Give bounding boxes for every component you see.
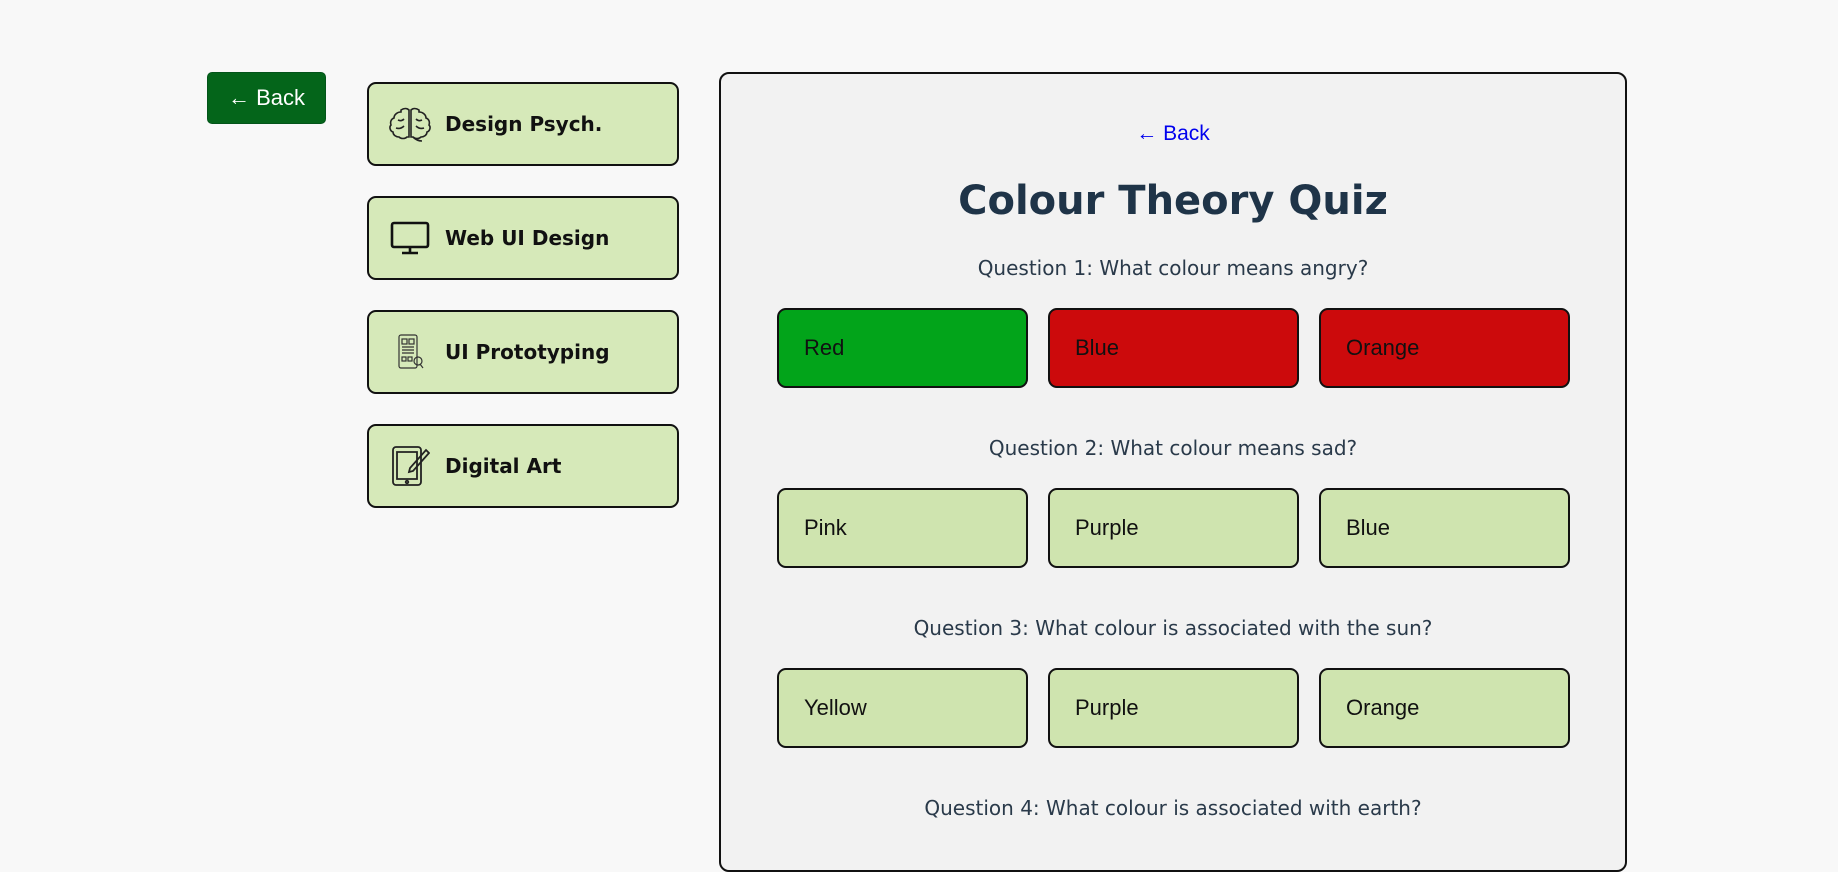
- answer-option[interactable]: Purple: [1048, 488, 1299, 568]
- course-label: Digital Art: [445, 454, 562, 478]
- back-button[interactable]: ← Back: [207, 72, 326, 124]
- options-question-2: Pink Purple Blue: [777, 488, 1570, 568]
- answer-option[interactable]: Purple: [1048, 668, 1299, 748]
- answer-option[interactable]: Orange: [1319, 308, 1570, 388]
- course-label: Design Psych.: [445, 112, 603, 136]
- answer-option[interactable]: Orange: [1319, 668, 1570, 748]
- question-4: Question 4: What colour is associated wi…: [924, 796, 1422, 820]
- course-label: UI Prototyping: [445, 340, 610, 364]
- question-3: Question 3: What colour is associated wi…: [913, 616, 1433, 640]
- course-card-ui-prototyping[interactable]: UI Prototyping: [367, 310, 679, 394]
- question-1: Question 1: What colour means angry?: [977, 256, 1369, 280]
- brain-icon: [389, 103, 431, 145]
- quiz-panel: ← Back Colour Theory Quiz Question 1: Wh…: [719, 72, 1627, 872]
- course-list: Design Psych. Web UI Design UI Prototypi…: [367, 82, 679, 538]
- answer-option[interactable]: Blue: [1319, 488, 1570, 568]
- prototype-icon: [389, 331, 431, 373]
- tablet-pen-icon: [389, 445, 431, 487]
- answer-option[interactable]: Yellow: [777, 668, 1028, 748]
- answer-option[interactable]: Pink: [777, 488, 1028, 568]
- options-question-3: Yellow Purple Orange: [777, 668, 1570, 748]
- quiz-back-link[interactable]: ← Back: [721, 122, 1625, 146]
- course-label: Web UI Design: [445, 226, 610, 250]
- options-question-1: Red Blue Orange: [777, 308, 1570, 388]
- course-card-design-psych[interactable]: Design Psych.: [367, 82, 679, 166]
- course-card-digital-art[interactable]: Digital Art: [367, 424, 679, 508]
- course-card-web-ui-design[interactable]: Web UI Design: [367, 196, 679, 280]
- monitor-icon: [389, 217, 431, 259]
- answer-option[interactable]: Red: [777, 308, 1028, 388]
- answer-option[interactable]: Blue: [1048, 308, 1299, 388]
- quiz-title: Colour Theory Quiz: [958, 178, 1388, 224]
- question-2: Question 2: What colour means sad?: [988, 436, 1358, 460]
